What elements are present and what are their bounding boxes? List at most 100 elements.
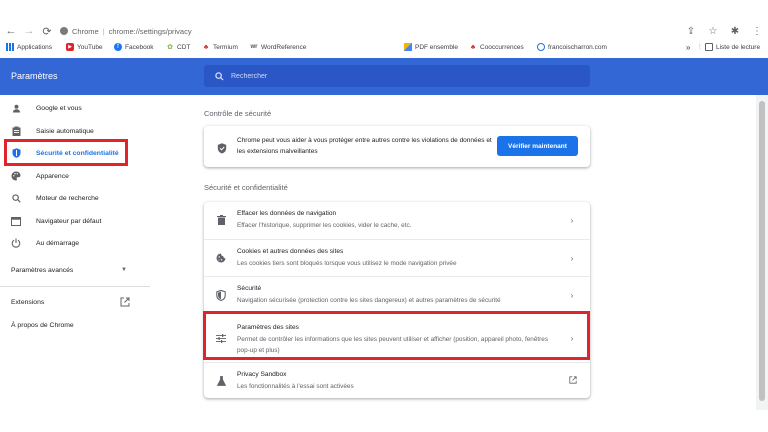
row-description: Les cookies tiers sont bloqués lorsque v…: [237, 260, 457, 267]
sidebar-item-label: Navigateur par défaut: [36, 217, 102, 225]
share-icon[interactable]: ⇪: [680, 26, 702, 37]
star-icon[interactable]: ☆: [702, 26, 724, 37]
reading-list-icon: [705, 43, 713, 51]
bookmark-label: YouTube: [77, 43, 103, 51]
bookmark-termium[interactable]: ♣ Termium: [202, 43, 238, 51]
privacy-list-card: Effacer les données de navigation Efface…: [204, 202, 590, 398]
sidebar-advanced-toggle[interactable]: Paramètres avancés ▼: [0, 260, 150, 280]
bookmark-wordreference[interactable]: wr WordReference: [250, 43, 306, 51]
bookmark-label: CDT: [177, 43, 191, 51]
shield-icon: [215, 289, 227, 301]
page-title: Paramètres: [11, 71, 58, 81]
menu-dots-icon[interactable]: ⋮: [746, 26, 768, 37]
bookmarks-bar: Applications ▶ YouTube f Facebook ✿ CDT …: [0, 41, 768, 56]
bookmark-cooccurrences[interactable]: ♣ Cooccurrences: [469, 43, 524, 51]
about-label: À propos de Chrome: [11, 321, 74, 329]
advanced-label: Paramètres avancés: [11, 266, 74, 274]
sidebar-item-extensions[interactable]: Extensions: [0, 292, 150, 312]
more-bookmarks-button[interactable]: »: [686, 43, 690, 52]
open-external-icon: [569, 375, 577, 385]
toolbar-right: ⇪ ☆ ✱ ⋮: [680, 22, 768, 40]
flask-icon: [215, 375, 227, 387]
settings-sidebar: Google et vous Saisie automatique Sécuri…: [0, 95, 150, 410]
extensions-label: Extensions: [11, 298, 45, 306]
sidebar-item-about[interactable]: À propos de Chrome: [0, 315, 150, 335]
highlight-box-sidebar: [4, 139, 128, 166]
safety-check-card: Chrome peut vous aider à vous protéger e…: [204, 126, 590, 167]
palette-icon: [11, 171, 21, 181]
cdt-icon: ✿: [167, 44, 173, 51]
row-cookies[interactable]: Cookies et autres données des sites Les …: [204, 239, 590, 276]
safety-check-title: Contrôle de sécurité: [204, 109, 272, 118]
scrollbar-thumb[interactable]: [759, 101, 765, 401]
bookmark-pdf-ensemble[interactable]: PDF ensemble: [404, 43, 458, 51]
reading-list-button[interactable]: Liste de lecture: [705, 43, 760, 51]
url-text: chrome://settings/privacy: [108, 26, 192, 36]
bookmark-cdt[interactable]: ✿ CDT: [166, 43, 191, 52]
back-icon[interactable]: ←: [4, 24, 18, 38]
extensions-puzzle-icon[interactable]: ✱: [724, 26, 746, 37]
sidebar-item-label: Moteur de recherche: [36, 194, 99, 202]
search-input[interactable]: [231, 72, 531, 80]
sidebar-item-autofill[interactable]: Saisie automatique: [0, 121, 150, 141]
shield-check-icon: [217, 141, 227, 154]
page-scrollbar[interactable]: [756, 95, 768, 410]
sidebar-item-google[interactable]: Google et vous: [0, 98, 150, 118]
browser-icon: [11, 216, 21, 226]
bottom-strip: [0, 410, 768, 432]
bookmark-label: francoischarron.com: [548, 43, 607, 51]
sidebar-item-label: Apparence: [36, 172, 69, 180]
trash-icon: [215, 214, 227, 226]
bookmark-label: WordReference: [261, 43, 307, 51]
sidebar-item-startup[interactable]: Au démarrage: [0, 233, 150, 253]
maple-leaf-icon: ♣: [203, 43, 209, 51]
row-title: Cookies et autres données des sites: [237, 248, 344, 255]
wordreference-icon: wr: [250, 44, 258, 50]
row-privacy-sandbox[interactable]: Privacy Sandbox Les fonctionnalités à l'…: [204, 362, 590, 398]
bookmark-applications[interactable]: Applications: [6, 43, 52, 51]
forward-icon[interactable]: →: [22, 24, 36, 38]
bookmark-label: PDF ensemble: [415, 43, 458, 51]
bookmark-charron[interactable]: francoischarron.com: [537, 43, 607, 51]
row-title: Privacy Sandbox: [237, 371, 287, 378]
highlight-box-site-settings: [203, 311, 590, 360]
row-description: Navigation sécurisée (protection contre …: [237, 297, 501, 304]
safety-check-text: Chrome peut vous aider à vous protéger e…: [237, 137, 492, 155]
row-title: Sécurité: [237, 285, 262, 292]
settings-header: Paramètres: [0, 58, 768, 95]
maple-leaf-icon: ♣: [470, 43, 476, 51]
row-title: Effacer les données de navigation: [237, 210, 337, 217]
sidebar-item-search-engine[interactable]: Moteur de recherche: [0, 188, 150, 208]
row-clear-browsing-data[interactable]: Effacer les données de navigation Efface…: [204, 202, 590, 239]
open-external-icon: [120, 297, 130, 309]
row-security[interactable]: Sécurité Navigation sécurisée (protectio…: [204, 276, 590, 313]
chrome-label: Chrome: [72, 26, 99, 36]
person-icon: [11, 103, 21, 113]
settings-search[interactable]: [204, 65, 590, 87]
power-icon: [11, 238, 21, 248]
youtube-icon: ▶: [66, 43, 74, 51]
search-icon: [214, 71, 224, 81]
chevron-right-icon: ›: [570, 253, 574, 263]
browser-toolbar: ← → ⟳ Chrome | chrome://settings/privacy…: [0, 22, 768, 40]
sidebar-item-label: Saisie automatique: [36, 127, 94, 135]
address-bar[interactable]: Chrome | chrome://settings/privacy: [60, 22, 192, 40]
privacy-section-title: Sécurité et confidentialité: [204, 183, 288, 192]
row-description: Les fonctionnalités à l'essai sont activ…: [237, 383, 354, 390]
bookmark-label: Termium: [213, 43, 238, 51]
sidebar-item-default-browser[interactable]: Navigateur par défaut: [0, 211, 150, 231]
verify-now-button[interactable]: Vérifier maintenant: [497, 136, 578, 156]
apps-grid-icon: [6, 43, 14, 51]
reload-icon[interactable]: ⟳: [40, 24, 54, 38]
facebook-icon: f: [114, 43, 122, 51]
reading-list-label: Liste de lecture: [716, 43, 761, 51]
chrome-site-icon: [60, 27, 68, 35]
cookie-icon: [215, 252, 227, 264]
sidebar-item-appearance[interactable]: Apparence: [0, 166, 150, 186]
search-icon: [11, 193, 21, 203]
bookmark-youtube[interactable]: ▶ YouTube: [66, 43, 103, 51]
bookmark-facebook[interactable]: f Facebook: [114, 43, 154, 51]
address-separator: |: [102, 26, 105, 36]
charron-icon: [537, 43, 545, 51]
bookmark-label: Cooccurrences: [480, 43, 524, 51]
